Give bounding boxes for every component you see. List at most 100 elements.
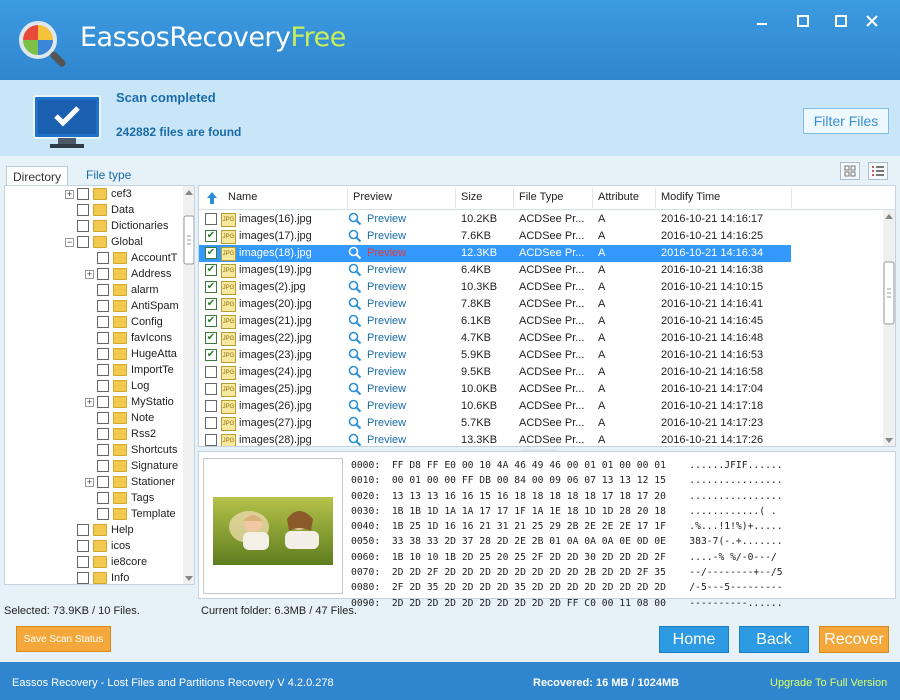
file-checkbox[interactable] [205, 247, 217, 259]
column-preview[interactable]: Preview [353, 191, 392, 203]
preview-link[interactable]: Preview [367, 434, 406, 446]
tree-checkbox[interactable] [97, 348, 109, 360]
tree-checkbox[interactable] [97, 396, 109, 408]
file-checkbox[interactable] [205, 332, 217, 344]
expand-toggle-icon[interactable]: + [85, 269, 94, 279]
tree-item[interactable]: Help [65, 522, 134, 538]
file-checkbox[interactable] [205, 230, 217, 242]
file-checkbox[interactable] [205, 400, 217, 412]
tree-item[interactable]: Note [85, 410, 154, 426]
file-row[interactable]: JPGimages(18).jpg Preview 12.3KB ACDSee Pr.… [199, 245, 791, 262]
upgrade-link[interactable]: Upgrade To Full Version [770, 677, 887, 689]
close-icon[interactable] [860, 10, 884, 32]
tree-item[interactable]: Rss2 [85, 426, 156, 442]
preview-link[interactable]: Preview [367, 400, 406, 412]
tree-checkbox[interactable] [77, 188, 89, 200]
file-row[interactable]: JPGimages(19).jpg Preview 6.4KB ACDSee Pr..… [199, 262, 791, 279]
file-row[interactable]: JPG images(28).jpg Preview 13.3KB ACDSee Pr.… [199, 432, 791, 447]
tree-checkbox[interactable] [97, 284, 109, 296]
preview-link[interactable]: Preview [367, 264, 406, 276]
preview-link[interactable]: Preview [367, 298, 406, 310]
tree-item[interactable]: Config [85, 314, 163, 330]
tree-checkbox[interactable] [77, 540, 89, 552]
tree-scrollbar[interactable] [183, 186, 194, 584]
maximize-icon[interactable] [791, 10, 815, 32]
tree-checkbox[interactable] [77, 204, 89, 216]
file-row[interactable]: JPG images(25).jpg Preview 10.0KB ACDSee Pr.… [199, 381, 791, 398]
tree-item[interactable]: favIcons [85, 330, 172, 346]
magnifier-icon[interactable] [348, 212, 362, 226]
preview-link[interactable]: Preview [367, 230, 406, 242]
preview-link[interactable]: Preview [367, 213, 406, 225]
tree-item[interactable]: + Stationer [85, 474, 175, 490]
magnifier-icon[interactable] [348, 331, 362, 345]
preview-link[interactable]: Preview [367, 332, 406, 344]
back-button[interactable]: Back [739, 626, 809, 653]
preview-link[interactable]: Preview [367, 366, 406, 378]
file-row[interactable]: JPGimages(21).jpg Preview 6.1KB ACDSee Pr..… [199, 313, 791, 330]
tree-item[interactable]: + MyStatio [85, 394, 174, 410]
file-row[interactable]: JPG images(24).jpg Preview 9.5KB ACDSee Pr..… [199, 364, 791, 381]
tree-item[interactable]: Data [65, 202, 134, 218]
tab-directory[interactable]: Directory [6, 166, 69, 186]
tree-checkbox[interactable] [77, 220, 89, 232]
file-row[interactable]: JPGimages(2).jpg Preview 10.3KB ACDSee Pr..… [199, 279, 791, 296]
tree-item[interactable]: Info [65, 570, 129, 584]
file-checkbox[interactable] [205, 281, 217, 293]
tree-checkbox[interactable] [97, 492, 109, 504]
expand-toggle-icon[interactable]: + [65, 189, 74, 199]
magnifier-icon[interactable] [348, 280, 362, 294]
file-row[interactable]: JPGimages(17).jpg Preview 7.6KB ACDSee Pr..… [199, 228, 791, 245]
magnifier-icon[interactable] [348, 433, 362, 447]
preview-link[interactable]: Preview [367, 349, 406, 361]
magnifier-icon[interactable] [348, 382, 362, 396]
tree-item[interactable]: + cef3 [65, 186, 132, 202]
tree-item[interactable]: AccountT [85, 250, 177, 266]
tree-checkbox[interactable] [97, 268, 109, 280]
file-checkbox[interactable] [205, 264, 217, 276]
recover-button[interactable]: Recover [819, 626, 889, 653]
magnifier-icon[interactable] [348, 314, 362, 328]
tree-checkbox[interactable] [77, 236, 89, 248]
file-checkbox[interactable] [205, 366, 217, 378]
magnifier-icon[interactable] [348, 297, 362, 311]
magnifier-icon[interactable] [348, 229, 362, 243]
tree-checkbox[interactable] [97, 508, 109, 520]
file-checkbox[interactable] [205, 298, 217, 310]
file-checkbox[interactable] [205, 417, 217, 429]
tree-item[interactable]: Signature [85, 458, 178, 474]
tree-checkbox[interactable] [97, 364, 109, 376]
preview-link[interactable]: Preview [367, 281, 406, 293]
expand-toggle-icon[interactable]: − [65, 237, 74, 247]
tree-checkbox[interactable] [77, 572, 89, 584]
tree-item[interactable]: ie8core [65, 554, 147, 570]
expand-toggle-icon[interactable]: + [85, 397, 94, 407]
expand-toggle-icon[interactable]: + [85, 477, 94, 487]
tree-item[interactable]: AntiSpam [85, 298, 179, 314]
file-checkbox[interactable] [205, 434, 217, 446]
file-list-scrollbar[interactable] [883, 210, 895, 446]
tree-checkbox[interactable] [97, 252, 109, 264]
magnifier-icon[interactable] [348, 365, 362, 379]
tree-item[interactable]: HugeAtta [85, 346, 177, 362]
tree-checkbox[interactable] [77, 524, 89, 536]
tree-item[interactable]: ImportTe [85, 362, 174, 378]
file-checkbox[interactable] [205, 213, 217, 225]
magnifier-icon[interactable] [348, 416, 362, 430]
tree-item[interactable]: alarm [85, 282, 159, 298]
home-button[interactable]: Home [659, 626, 729, 653]
up-arrow-icon[interactable] [206, 191, 218, 205]
tree-item[interactable]: Template [85, 506, 176, 522]
file-row[interactable]: JPGimages(22).jpg Preview 4.7KB ACDSee Pr..… [199, 330, 791, 347]
tree-checkbox[interactable] [97, 460, 109, 472]
tree-checkbox[interactable] [97, 316, 109, 328]
save-scan-status-button[interactable]: Save Scan Status [16, 626, 111, 652]
tree-item[interactable]: Dictionaries [65, 218, 168, 234]
tree-item[interactable]: icos [65, 538, 131, 554]
preview-link[interactable]: Preview [367, 315, 406, 327]
preview-link[interactable]: Preview [367, 247, 406, 259]
file-row[interactable]: JPG images(26).jpg Preview 10.6KB ACDSee Pr.… [199, 398, 791, 415]
list-view-icon[interactable] [868, 162, 888, 180]
tree-item[interactable]: + Address [85, 266, 171, 282]
tree-item[interactable]: Shortcuts [85, 442, 177, 458]
